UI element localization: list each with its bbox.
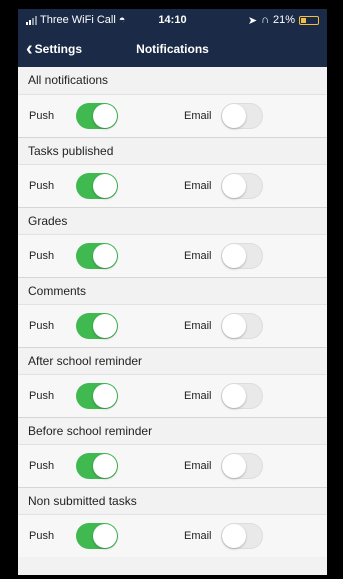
battery-percent: 21% [272,14,295,26]
toggle-knob [222,174,246,198]
push-label: Push [29,390,55,402]
push-toggle[interactable] [76,523,118,549]
status-right: ➤ ∩ 21% [248,14,319,27]
toggle-row: Push Email [18,514,327,557]
toggle-knob [93,244,117,268]
app-header: Three WiFi Call ◓ 14:10 ➤ ∩ 21% ‹ Settin… [18,9,327,67]
toggle-knob [222,104,246,128]
toggle-knob [93,454,117,478]
chevron-left-icon: ‹ [26,38,33,60]
location-icon: ➤ [247,14,258,27]
nav-bar: ‹ Settings Notifications [18,31,327,67]
push-toggle[interactable] [76,103,118,129]
toggle-knob [222,524,246,548]
section-title: Tasks published [18,137,327,164]
signal-icon [26,15,37,25]
toggle-knob [222,384,246,408]
push-toggle[interactable] [76,243,118,269]
section-title: Grades [18,207,327,234]
toggle-row: Push Email [18,234,327,277]
push-label: Push [29,320,55,332]
toggle-knob [222,314,246,338]
toggle-knob [93,104,117,128]
push-label: Push [29,110,55,122]
email-label: Email [184,530,212,542]
toggle-row: Push Email [18,164,327,207]
email-toggle[interactable] [221,173,263,199]
email-toggle[interactable] [221,103,263,129]
status-left: Three WiFi Call ◓ [26,14,125,26]
email-label: Email [184,180,212,192]
email-label: Email [184,320,212,332]
section-title: Non submitted tasks [18,487,327,514]
push-toggle[interactable] [76,173,118,199]
toggle-knob [93,174,117,198]
toggle-row: Push Email [18,444,327,487]
email-label: Email [184,460,212,472]
push-toggle[interactable] [76,383,118,409]
toggle-row: Push Email [18,374,327,417]
push-label: Push [29,530,55,542]
back-label: Settings [34,42,83,56]
push-label: Push [29,250,55,262]
battery-icon [299,15,319,25]
section-title: After school reminder [18,347,327,374]
email-label: Email [184,390,212,402]
push-toggle[interactable] [76,313,118,339]
email-toggle[interactable] [221,523,263,549]
push-label: Push [29,460,55,472]
email-label: Email [184,110,212,122]
email-toggle[interactable] [221,243,263,269]
wifi-icon: ◓ [118,14,126,26]
section-title: Before school reminder [18,417,327,444]
toggle-knob [93,314,117,338]
toggle-row: Push Email [18,94,327,137]
headphones-icon: ∩ [261,14,269,26]
push-label: Push [29,180,55,192]
section-title: Comments [18,277,327,304]
carrier-label: Three WiFi Call [40,14,116,26]
push-toggle[interactable] [76,453,118,479]
toggle-knob [93,384,117,408]
back-button[interactable]: ‹ Settings [18,39,82,59]
section-title: All notifications [28,73,109,87]
email-toggle[interactable] [221,453,263,479]
email-toggle[interactable] [221,313,263,339]
notification-settings-list: All notifications Push Email Tasks publishe… [18,67,327,557]
email-label: Email [184,250,212,262]
toggle-knob [222,454,246,478]
status-bar: Three WiFi Call ◓ 14:10 ➤ ∩ 21% [18,9,327,31]
toggle-row: Push Email [18,304,327,347]
toggle-knob [222,244,246,268]
phone-screen: Three WiFi Call ◓ 14:10 ➤ ∩ 21% ‹ Settin… [18,9,327,575]
email-toggle[interactable] [221,383,263,409]
toggle-knob [93,524,117,548]
